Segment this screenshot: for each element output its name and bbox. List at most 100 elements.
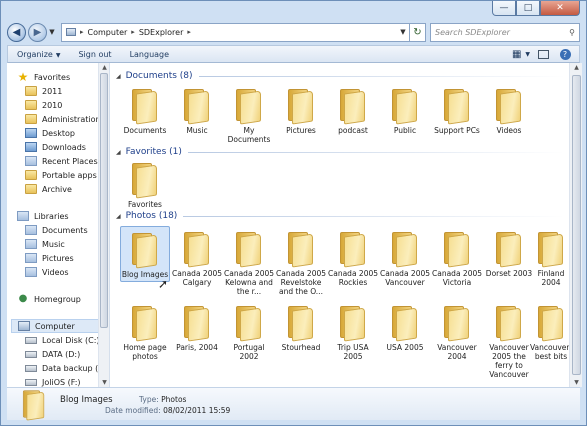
folder-tile[interactable]: Canada 2005 Victoria	[432, 226, 482, 287]
nav-library-item[interactable]: Documents	[25, 223, 88, 237]
nav-label: Libraries	[34, 211, 69, 221]
folder-tile[interactable]: Canada 2005 Vancouver	[380, 226, 430, 287]
address-dropdown-icon[interactable]: ▼	[397, 28, 409, 36]
folder-tile[interactable]: Finland 2004	[530, 226, 569, 287]
folder-icon	[130, 304, 160, 342]
folder-tile[interactable]: Paris, 2004	[172, 300, 222, 352]
close-button[interactable]: ✕	[540, 1, 580, 16]
folder-label: Canada 2005 Vancouver	[380, 269, 431, 287]
folder-tile[interactable]: Dorset 2003	[484, 226, 534, 278]
documents-icon	[25, 225, 37, 235]
change-view-button[interactable]: ▦ ▼	[512, 47, 530, 61]
nav-library-item[interactable]: Pictures	[25, 251, 74, 265]
folder-tile[interactable]: USA 2005	[380, 300, 430, 352]
group-header-photos[interactable]: ◢ Photos (18)	[116, 209, 565, 223]
homegroup-icon: ●	[18, 293, 28, 304]
nav-library-item[interactable]: Music	[25, 237, 65, 251]
nav-favorite-item[interactable]: 2010	[25, 98, 62, 112]
details-modified-label: Date modified:	[105, 406, 161, 415]
folder-tile[interactable]: Music	[172, 83, 222, 135]
nav-drive-item[interactable]: Data backup (E:)	[25, 361, 109, 375]
folder-tile[interactable]: My Documents	[224, 83, 274, 144]
details-type: Type: Photos	[139, 395, 186, 404]
scrollbar-thumb[interactable]	[572, 75, 581, 375]
help-button[interactable]: ?	[557, 47, 573, 61]
folder-tile[interactable]: Pictures	[276, 83, 326, 135]
nav-favorite-item[interactable]: Archive	[25, 182, 72, 196]
content-scrollbar[interactable]: ▲ ▼	[569, 63, 582, 387]
folder-tile[interactable]: Public	[380, 83, 430, 135]
minimize-button[interactable]: —	[492, 1, 516, 16]
group-header-documents[interactable]: ◢ Documents (8)	[116, 69, 565, 83]
details-modified-value: 08/02/2011 15:59	[163, 406, 231, 415]
recent-pages-dropdown[interactable]: ▼	[47, 28, 57, 36]
nav-homegroup[interactable]: ● Homegroup	[17, 292, 81, 306]
nav-favorite-item[interactable]: Portable apps	[25, 168, 97, 182]
folder-icon	[234, 230, 264, 268]
sign-out-button[interactable]: Sign out	[69, 50, 120, 59]
nav-scrollbar[interactable]: ▲ ▼	[98, 63, 109, 387]
nav-drive-item[interactable]: Local Disk (C:)	[25, 333, 100, 347]
address-bar[interactable]: ▸ Computer ▸ SDExplorer ▸ ▼	[61, 22, 410, 42]
maximize-button[interactable]: □	[516, 1, 540, 16]
scroll-down-icon[interactable]: ▼	[99, 379, 110, 386]
folder-icon	[390, 87, 420, 125]
breadcrumb-sdexplorer[interactable]: SDExplorer	[139, 28, 184, 37]
folder-tile[interactable]: Canada 2005 Kelowna and the r...	[224, 226, 274, 296]
refresh-button[interactable]: ↻	[410, 22, 426, 42]
nav-favorite-item[interactable]: Recent Places	[25, 154, 98, 168]
folder-tile[interactable]: podcast	[328, 83, 378, 135]
scroll-up-icon[interactable]: ▲	[570, 64, 583, 71]
nav-favorite-item[interactable]: Downloads	[25, 140, 86, 154]
scrollbar-thumb[interactable]	[100, 73, 108, 328]
drive-icon	[25, 378, 37, 386]
nav-drive-item[interactable]: DATA (D:)	[25, 347, 80, 361]
folder-tile[interactable]: Stourhead	[276, 300, 326, 352]
folder-tile[interactable]: Portugal 2002	[224, 300, 274, 361]
content-pane: ◢ Documents (8) Documents Music My Docume…	[110, 63, 569, 387]
nav-drive-item[interactable]: JoliOS (F:)	[25, 375, 81, 387]
nav-favorite-item[interactable]: Administration	[25, 112, 101, 126]
nav-favorites[interactable]: ★ Favorites	[17, 70, 71, 84]
folder-tile[interactable]: Documents	[120, 83, 170, 135]
folder-tile[interactable]: Canada 2005 Revelstoke and the O...	[276, 226, 326, 296]
nav-computer[interactable]: Computer	[11, 319, 103, 333]
search-input[interactable]: Search SDExplorer ⚲	[430, 22, 580, 42]
folder-icon	[286, 87, 316, 125]
folder-tile[interactable]: Vancouver 2005 the ferry to Vancouver	[484, 300, 534, 379]
nav-favorite-item[interactable]: 2011	[25, 84, 62, 98]
folder-tile[interactable]: Vancouver's best bits	[530, 300, 569, 361]
folder-tile-selected[interactable]: Blog Images	[120, 226, 170, 282]
language-button[interactable]: Language	[121, 50, 178, 59]
nav-library-item[interactable]: Videos	[25, 265, 69, 279]
folder-icon	[25, 184, 37, 194]
breadcrumb-separator[interactable]: ▸	[80, 28, 84, 36]
folder-label: Finland 2004	[537, 269, 565, 287]
folder-icon	[494, 87, 524, 125]
folder-tile[interactable]: Canada 2005 Calgary	[172, 226, 222, 287]
nav-favorite-item[interactable]: Desktop	[25, 126, 75, 140]
folder-tile[interactable]: Canada 2005 Rockies	[328, 226, 378, 287]
folder-tile[interactable]: Home page photos	[120, 300, 170, 361]
folder-tile[interactable]: Favorites	[120, 157, 170, 209]
recent-places-icon	[25, 156, 37, 166]
back-button[interactable]: ◀	[7, 22, 26, 42]
breadcrumb-separator[interactable]: ▸	[131, 28, 135, 36]
folder-tile[interactable]: Support PCs	[432, 83, 482, 135]
folder-tile[interactable]: Vancouver 2004	[432, 300, 482, 361]
breadcrumb-computer[interactable]: Computer	[88, 28, 128, 37]
folder-tile[interactable]: Videos	[484, 83, 534, 135]
group-header-favorites[interactable]: ◢ Favorites (1)	[116, 145, 565, 159]
folder-icon	[25, 114, 37, 124]
folder-tile[interactable]: Trip USA 2005	[328, 300, 378, 361]
organize-button[interactable]: Organize ▼	[8, 50, 69, 59]
scroll-up-icon[interactable]: ▲	[99, 64, 110, 71]
mouse-pointer-icon: ➚	[158, 277, 169, 291]
forward-button[interactable]: ▶	[28, 22, 47, 42]
scroll-down-icon[interactable]: ▼	[570, 379, 583, 386]
preview-pane-button[interactable]	[535, 47, 551, 61]
nav-libraries[interactable]: Libraries	[17, 209, 69, 223]
folder-label: Vancouver's best bits	[530, 343, 569, 361]
drive-icon	[25, 336, 37, 344]
breadcrumb-separator[interactable]: ▸	[187, 28, 191, 36]
